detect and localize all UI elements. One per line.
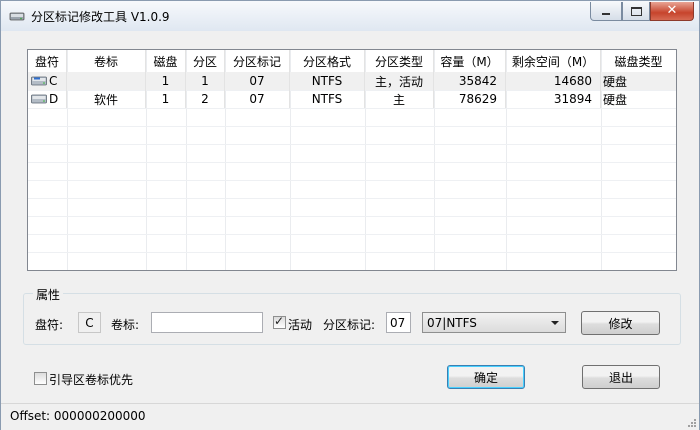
maximize-icon <box>630 6 642 16</box>
drive-value-field: C <box>78 312 101 333</box>
column-header[interactable]: 盘符 <box>28 50 67 72</box>
column-header[interactable]: 分区格式 <box>290 50 365 72</box>
drive-cell: D <box>28 90 67 108</box>
properties-group-title: 属性 <box>33 286 64 303</box>
disk-type-cell: 硬盘 <box>603 92 628 107</box>
partition-cell: 2 <box>186 90 225 108</box>
disk-type-cell: 硬盘 <box>603 74 628 89</box>
free-space-cell: 14680 <box>506 72 601 90</box>
row-divider <box>28 234 676 235</box>
drive-d-icon <box>31 94 47 104</box>
list-header: 盘符 卷标 磁盘 分区 分区标记 分区格式 分区类型 容量（M） 剩余空间（M）… <box>28 50 676 72</box>
format-cell: NTFS <box>290 90 365 108</box>
column-header[interactable]: 卷标 <box>67 50 146 72</box>
close-button[interactable]: ✕ <box>650 2 694 21</box>
ok-button[interactable]: 确定 <box>447 365 525 389</box>
app-disk-icon <box>9 12 25 21</box>
drive-letter: C <box>49 74 58 88</box>
column-header[interactable]: 剩余空间（M） <box>506 50 601 72</box>
drive-letter: D <box>49 92 59 106</box>
table-row[interactable]: D 软件 1 2 07 NTFS 主 78629 31894 硬盘 <box>28 90 676 108</box>
active-label[interactable]: 活动 <box>288 316 312 333</box>
modify-button[interactable]: 修改 <box>581 311 660 335</box>
close-icon: ✕ <box>666 3 678 18</box>
active-checkbox[interactable] <box>273 314 286 329</box>
volume-label-cell <box>67 72 146 90</box>
title-bar[interactable]: 分区标记修改工具 V1.0.9 ✕ <box>1 1 699 31</box>
column-header[interactable]: 容量（M） <box>434 50 506 72</box>
row-divider <box>28 162 676 163</box>
capacity-cell: 35842 <box>434 72 506 90</box>
exit-button[interactable]: 退出 <box>582 365 660 389</box>
row-divider <box>28 252 676 253</box>
disk-cell: 1 <box>146 90 186 108</box>
column-header[interactable]: 磁盘 <box>146 50 186 72</box>
row-divider <box>28 216 676 217</box>
drive-cell: C <box>28 72 67 90</box>
boot-priority-label[interactable]: 引导区卷标优先 <box>49 371 133 388</box>
row-divider <box>28 126 676 127</box>
mark-cell: 07 <box>225 90 290 108</box>
type-cell: 主 <box>365 90 434 108</box>
column-header[interactable]: 分区 <box>186 50 225 72</box>
table-row[interactable]: C 1 1 07 NTFS 主，活动 35842 14680 硬盘 <box>28 72 676 90</box>
status-bar: Offset: 000000200000 <box>1 403 699 430</box>
mark-cell: 07 <box>225 72 290 90</box>
drive-label: 盘符: <box>35 318 64 332</box>
partition-mark-label: 分区标记: <box>323 318 376 332</box>
capacity-cell: 78629 <box>434 90 506 108</box>
status-offset: Offset: 000000200000 <box>10 409 146 423</box>
volume-label-cell: 软件 <box>67 90 146 108</box>
main-window: 分区标记修改工具 V1.0.9 ✕ 盘符 卷标 磁盘 分区 分区标记 分区格式 … <box>0 0 700 430</box>
boot-priority-checkbox[interactable] <box>34 372 47 385</box>
drive-c-icon <box>31 76 47 86</box>
minimize-icon <box>602 12 610 15</box>
partition-cell: 1 <box>186 72 225 90</box>
partition-list[interactable]: 盘符 卷标 磁盘 分区 分区标记 分区格式 分区类型 容量（M） 剩余空间（M）… <box>27 49 677 271</box>
volume-input[interactable] <box>151 312 263 333</box>
partition-mark-input[interactable]: 07 <box>386 312 411 333</box>
row-divider <box>28 180 676 181</box>
row-divider <box>28 108 676 109</box>
resize-grip-icon[interactable] <box>687 418 697 428</box>
column-header[interactable]: 磁盘类型 <box>601 50 676 72</box>
row-divider <box>28 144 676 145</box>
format-cell: NTFS <box>290 72 365 90</box>
column-header[interactable]: 分区标记 <box>225 50 290 72</box>
format-select[interactable]: 07|NTFS <box>422 312 566 333</box>
column-header[interactable]: 分区类型 <box>365 50 434 72</box>
minimize-button[interactable] <box>590 2 622 21</box>
disk-cell: 1 <box>146 72 186 90</box>
window-title: 分区标记修改工具 V1.0.9 <box>31 10 170 24</box>
format-select-value: 07|NTFS <box>427 315 477 330</box>
type-cell: 主，活动 <box>365 72 434 90</box>
chevron-down-icon <box>551 321 559 325</box>
row-divider <box>28 198 676 199</box>
maximize-button[interactable] <box>622 2 650 21</box>
volume-label: 卷标: <box>111 318 140 332</box>
free-space-cell: 31894 <box>506 90 601 108</box>
caption-buttons: ✕ <box>590 2 694 21</box>
